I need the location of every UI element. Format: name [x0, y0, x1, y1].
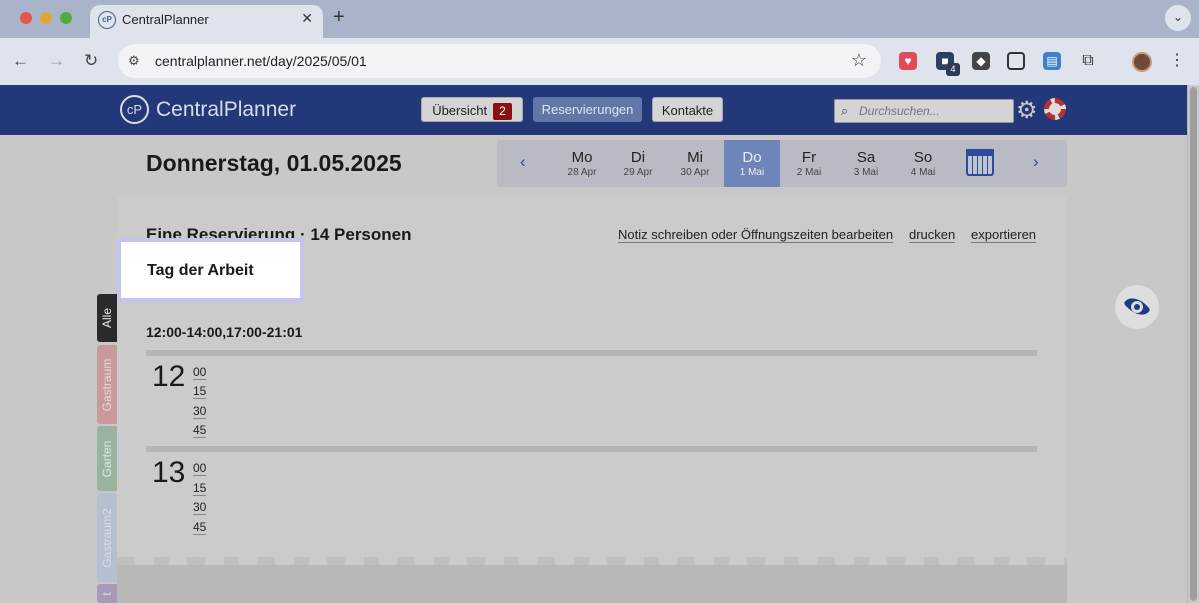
close-window-button[interactable]: [20, 12, 32, 24]
help-lifebuoy-icon[interactable]: [1044, 98, 1066, 120]
reload-icon[interactable]: ↻: [84, 51, 98, 71]
page-scrollbar[interactable]: [1187, 85, 1199, 603]
tab-search-chevron-icon[interactable]: ⌄: [1165, 5, 1191, 31]
side-tab-more[interactable]: t: [97, 584, 117, 603]
address-bar[interactable]: ⚙ centralplanner.net/day/2025/05/01 ☆: [118, 44, 881, 78]
bitwarden-extension-icon[interactable]: ■ 4: [936, 52, 960, 76]
extension-badge: 4: [946, 63, 960, 76]
url-text[interactable]: centralplanner.net/day/2025/05/01: [155, 53, 367, 69]
day-di[interactable]: Di 29 Apr: [610, 140, 666, 187]
side-tab-label: Gastraum2: [100, 507, 114, 568]
side-tab-garten[interactable]: Garten: [97, 426, 117, 491]
close-tab-icon[interactable]: ✕: [301, 10, 313, 27]
quarter-slot[interactable]: 30: [193, 405, 207, 419]
next-week-icon[interactable]: ›: [1033, 152, 1039, 172]
edit-note-link[interactable]: Notiz schreiben oder Öffnungszeiten bear…: [618, 227, 894, 243]
print-link[interactable]: drucken: [909, 227, 956, 243]
day-do-selected[interactable]: Do 1 Mai: [724, 140, 780, 187]
overview-count-badge: 2: [493, 103, 512, 120]
day-so[interactable]: So 4 Mai: [895, 140, 951, 187]
previous-week-icon[interactable]: ‹: [520, 152, 526, 172]
day-note-text: Tag der Arbeit: [147, 262, 254, 279]
browser-tab-bar: cP CentralPlanner ✕ + ⌄: [0, 0, 1199, 38]
side-tab-gastraum[interactable]: Gastraum: [97, 345, 117, 424]
logo-text[interactable]: CentralPlanner: [156, 98, 296, 122]
hour-separator: [146, 350, 1037, 356]
maximize-window-button[interactable]: [60, 12, 72, 24]
hour-label: 13: [152, 456, 186, 489]
day-name: Fr: [801, 149, 817, 166]
side-tab-label: Gastraum: [100, 358, 114, 411]
day-date: 29 Apr: [623, 167, 653, 178]
screen-capture-icon[interactable]: [1007, 52, 1025, 70]
bookmark-star-icon[interactable]: ☆: [851, 50, 867, 71]
quarter-slot[interactable]: 15: [193, 385, 207, 399]
back-icon[interactable]: ←: [12, 51, 29, 71]
side-tab-label: Garten: [100, 440, 114, 477]
browser-menu-icon[interactable]: ⋮: [1168, 52, 1186, 70]
week-navigator: ‹ Mo 28 Apr Di 29 Apr Mi 30 Apr Do 1 Mai Fr 2…: [497, 140, 1067, 187]
eye-pupil: [1131, 301, 1143, 313]
browser-tab[interactable]: cP CentralPlanner ✕: [90, 5, 323, 38]
document-extension-icon[interactable]: ▤: [1043, 52, 1061, 70]
day-date: 28 Apr: [567, 167, 597, 178]
quarter-slot[interactable]: 15: [193, 482, 207, 496]
search-input[interactable]: [859, 102, 1009, 120]
side-tab-label: Alle: [100, 307, 114, 329]
site-settings-icon[interactable]: ⚙: [128, 53, 140, 69]
search-icon: ⌕: [841, 103, 849, 118]
quarter-slot[interactable]: 45: [193, 424, 207, 438]
calendar-icon[interactable]: [966, 149, 994, 176]
side-tab-label: t: [100, 591, 114, 596]
day-name: Mo: [571, 149, 593, 166]
quarter-slot[interactable]: 00: [193, 462, 207, 476]
quarter-slot[interactable]: 00: [193, 366, 207, 380]
day-date: 1 Mai: [739, 167, 765, 178]
day-mo[interactable]: Mo 28 Apr: [554, 140, 610, 187]
browser-toolbar: ← → ↻ ⚙ centralplanner.net/day/2025/05/0…: [0, 38, 1199, 85]
day-date: 2 Mai: [796, 167, 822, 178]
day-name: So: [913, 149, 933, 166]
day-mi[interactable]: Mi 30 Apr: [667, 140, 723, 187]
day-note[interactable]: Tag der Arbeit: [117, 238, 304, 302]
logo-icon[interactable]: cP: [120, 95, 149, 124]
settings-gear-icon[interactable]: ⚙: [1016, 96, 1038, 125]
page-title: Donnerstag, 01.05.2025: [146, 150, 402, 176]
favicon-icon: cP: [98, 11, 116, 29]
pocket-extension-icon[interactable]: ♥: [899, 52, 917, 70]
torn-paper-edge: [117, 557, 1067, 603]
day-date: 4 Mai: [910, 167, 936, 178]
forward-icon[interactable]: →: [48, 51, 65, 71]
day-sa[interactable]: Sa 3 Mai: [838, 140, 894, 187]
profile-avatar[interactable]: [1132, 52, 1152, 72]
day-name: Di: [630, 149, 646, 166]
search-box[interactable]: ⌕: [834, 99, 1014, 123]
day-date: 30 Apr: [680, 167, 710, 178]
day-name: Do: [742, 149, 762, 166]
tab-title: CentralPlanner: [122, 12, 209, 27]
scrollbar-thumb[interactable]: [1190, 87, 1197, 601]
shield-extension-icon[interactable]: ◆: [972, 52, 990, 70]
side-tab-alle[interactable]: Alle: [97, 294, 117, 342]
overview-label: Übersicht: [432, 103, 488, 118]
day-fr[interactable]: Fr 2 Mai: [781, 140, 837, 187]
day-date: 3 Mai: [853, 167, 879, 178]
day-name: Sa: [856, 149, 876, 166]
overview-button[interactable]: Übersicht 2: [421, 97, 523, 122]
quarter-slot[interactable]: 45: [193, 521, 207, 535]
quarter-slot[interactable]: 30: [193, 501, 207, 515]
opening-hours: 12:00-14:00,17:00-21:01: [146, 324, 303, 340]
export-link[interactable]: exportieren: [971, 227, 1037, 243]
extensions-puzzle-icon[interactable]: ⧉: [1079, 52, 1097, 70]
minimize-window-button[interactable]: [40, 12, 52, 24]
hour-label: 12: [152, 360, 186, 393]
day-name: Mi: [687, 149, 703, 166]
visibility-toggle-button[interactable]: [1115, 285, 1159, 329]
side-tab-gastraum2[interactable]: Gastraum2: [97, 493, 117, 582]
contacts-button[interactable]: Kontakte: [652, 97, 723, 122]
new-tab-icon[interactable]: +: [333, 6, 345, 29]
app-header: cP CentralPlanner Übersicht 2 Reservierun…: [0, 85, 1187, 135]
hour-separator: [146, 446, 1037, 452]
reservations-button[interactable]: Reservierungen: [533, 97, 642, 122]
